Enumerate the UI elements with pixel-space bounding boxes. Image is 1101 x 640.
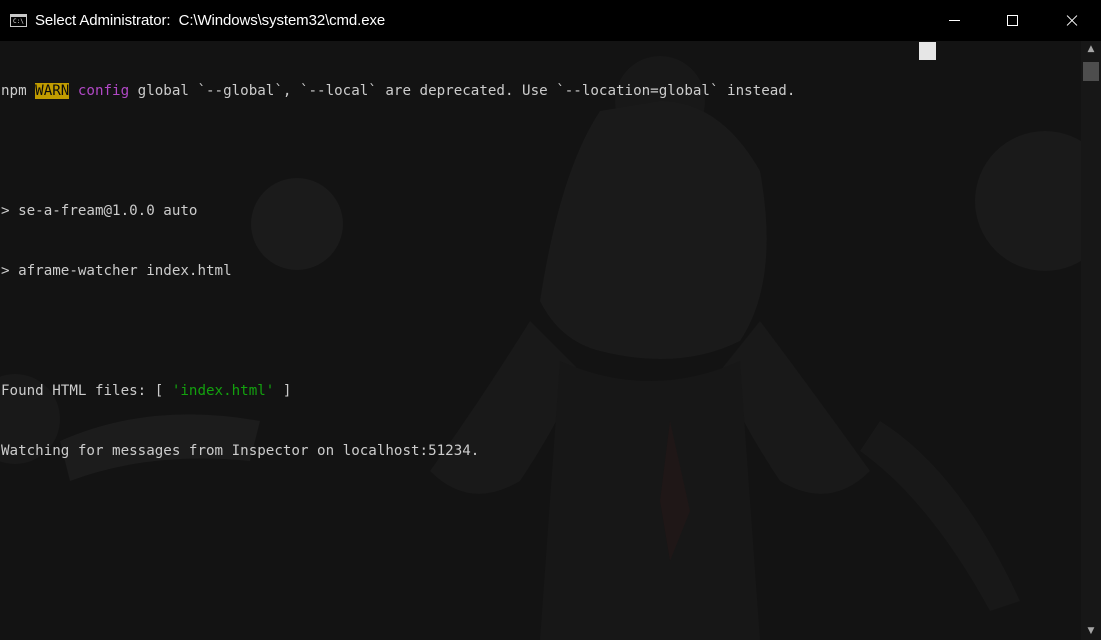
npm-prefix: npm: [1, 83, 36, 99]
scroll-down-arrow-icon[interactable]: ▼: [1081, 623, 1101, 640]
cmd-icon[interactable]: C:\: [10, 14, 27, 27]
console-output[interactable]: npm WARN config global `--global`, `--lo…: [0, 41, 1081, 640]
file-string: 'index.html': [171, 383, 275, 399]
title-bar[interactable]: C:\ Select Administrator: C:\Windows\sys…: [0, 0, 1101, 41]
close-icon[interactable]: [1043, 0, 1101, 41]
warn-badge: WARN: [35, 83, 70, 99]
console-text: npm WARN config global `--global`, `--lo…: [1, 41, 795, 501]
console-line-warning: npm WARN config global `--global`, `--lo…: [1, 81, 795, 101]
scroll-thumb[interactable]: [1083, 62, 1099, 81]
cmd-icon-text: C:\: [13, 18, 24, 25]
text-cursor: [919, 42, 936, 60]
cmd-window: C:\ Select Administrator: C:\Windows\sys…: [0, 0, 1101, 640]
console-line-command: > aframe-watcher index.html: [1, 263, 232, 279]
console-line-found-files: Found HTML files: [ 'index.html' ]: [1, 381, 795, 401]
window-title: Select Administrator: C:\Windows\system3…: [35, 12, 386, 29]
console-line-script: > se-a-fream@1.0.0 auto: [1, 203, 198, 219]
console-line-watching: Watching for messages from Inspector on …: [1, 443, 480, 459]
found-prefix: Found HTML files: [: [1, 383, 172, 399]
config-keyword: config: [77, 83, 130, 99]
maximize-icon[interactable]: [984, 0, 1042, 41]
warning-message: global `--global`, `--local` are depreca…: [129, 83, 796, 99]
minimize-icon[interactable]: [926, 0, 984, 41]
vertical-scrollbar[interactable]: ▲ ▼: [1081, 41, 1101, 640]
scroll-up-arrow-icon[interactable]: ▲: [1081, 41, 1101, 58]
found-suffix: ]: [274, 383, 292, 399]
